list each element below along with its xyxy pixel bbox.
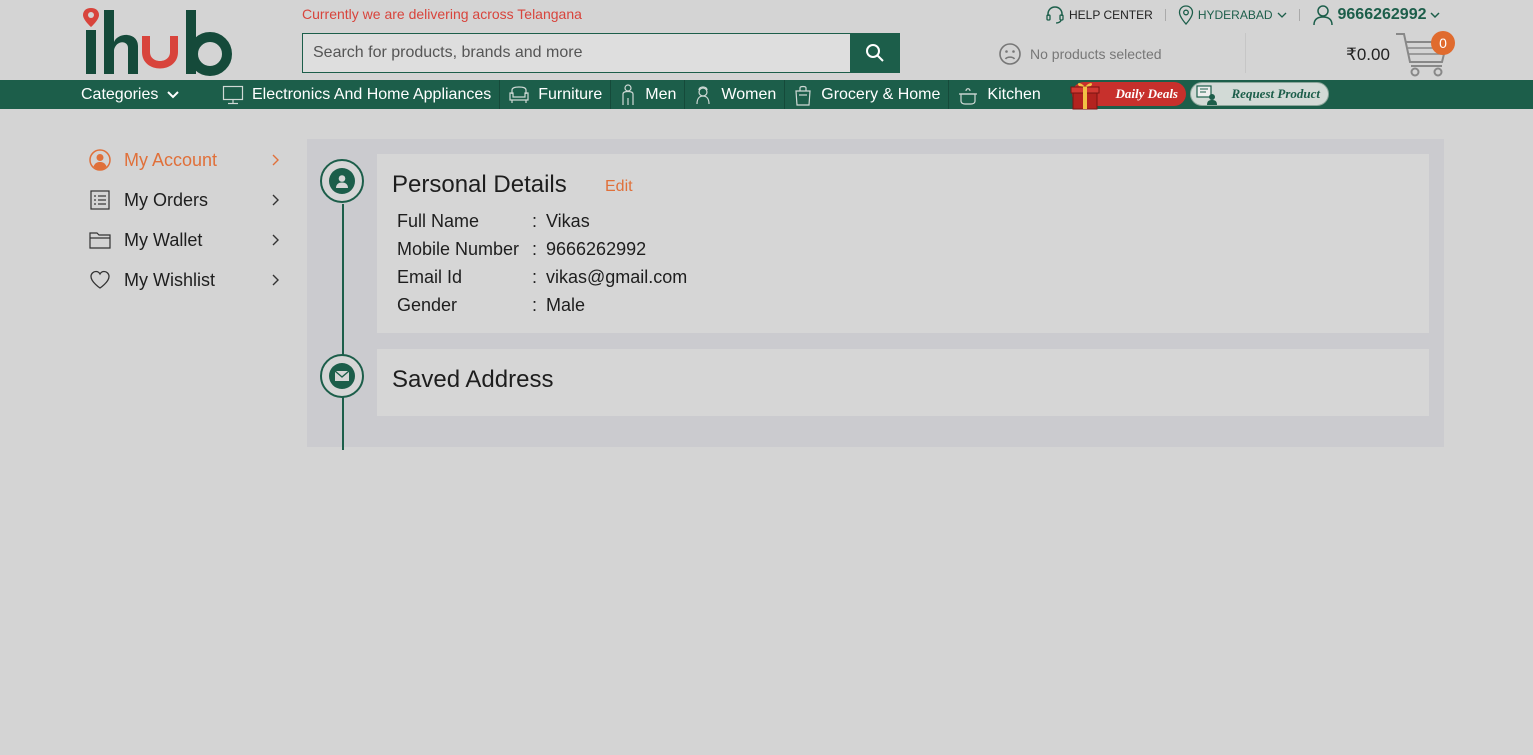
detail-colon: : bbox=[532, 238, 538, 259]
saved-address-card: Saved Address bbox=[377, 349, 1429, 416]
nav-item-label: Kitchen bbox=[987, 85, 1041, 103]
account-sidebar: My Account My Orders My Wallet My Wishli… bbox=[88, 140, 282, 300]
nav-item-label: Women bbox=[721, 85, 777, 103]
sidebar-item-label: My Wallet bbox=[124, 229, 203, 250]
timeline-step-address bbox=[320, 354, 364, 398]
timeline-line bbox=[342, 204, 344, 450]
nav-item-electronics[interactable]: Electronics And Home Appliances bbox=[214, 80, 501, 109]
detail-colon: : bbox=[532, 294, 538, 315]
headset-icon bbox=[1046, 6, 1064, 24]
timeline-step-personal bbox=[320, 159, 364, 203]
site-header: Currently we are delivering across Telan… bbox=[0, 0, 1533, 80]
nav-item-grocery[interactable]: Grocery & Home bbox=[785, 80, 950, 109]
detail-value: 9666262992 bbox=[546, 238, 647, 259]
daily-deals-label: Daily Deals bbox=[1115, 86, 1178, 101]
detail-row-mobile-number: Mobile Number : 9666262992 bbox=[397, 235, 646, 263]
detail-row-email: Email Id : vikas@gmail.com bbox=[397, 263, 687, 291]
chevron-down-icon bbox=[1277, 12, 1286, 18]
divider bbox=[1245, 33, 1246, 73]
city-label: HYDERABAD bbox=[1197, 8, 1273, 22]
categories-dropdown[interactable]: Categories bbox=[81, 80, 180, 109]
detail-row-full-name: Full Name : Vikas bbox=[397, 207, 590, 235]
cooking-pot-icon bbox=[959, 87, 978, 105]
person-icon bbox=[329, 168, 355, 194]
saved-address-title: Saved Address bbox=[392, 366, 554, 393]
sad-face-icon bbox=[999, 43, 1021, 65]
separator bbox=[1298, 9, 1300, 21]
list-icon bbox=[88, 188, 112, 212]
search-bar bbox=[302, 33, 900, 73]
grocery-bag-icon bbox=[795, 85, 811, 106]
location-pin-icon bbox=[1178, 5, 1193, 25]
sidebar-item-my-account[interactable]: My Account bbox=[88, 140, 282, 180]
compare-status[interactable]: No products selected bbox=[998, 42, 1162, 66]
nav-item-label: Men bbox=[645, 85, 677, 103]
detail-value: vikas@gmail.com bbox=[546, 266, 688, 287]
cart-amount: ₹0.00 bbox=[1346, 45, 1390, 64]
top-links: HELP CENTER HYDERABAD 9666262992 bbox=[1045, 4, 1441, 26]
separator bbox=[1164, 9, 1166, 21]
nav-item-label: Furniture bbox=[538, 85, 603, 103]
sofa-icon bbox=[509, 85, 529, 103]
search-button[interactable] bbox=[850, 34, 899, 72]
detail-row-gender: Gender : Male bbox=[397, 291, 585, 319]
sidebar-item-my-wallet[interactable]: My Wallet bbox=[88, 220, 282, 260]
sidebar-item-label: My Orders bbox=[124, 189, 209, 210]
detail-colon: : bbox=[532, 210, 538, 231]
cart-count-badge: 0 bbox=[1431, 31, 1455, 55]
nav-item-furniture[interactable]: Furniture bbox=[500, 80, 612, 109]
detail-label: Email Id bbox=[397, 266, 463, 287]
nav-item-women[interactable]: Women bbox=[685, 80, 786, 109]
sidebar-item-label: My Account bbox=[124, 149, 218, 170]
personal-details-title: Personal Details bbox=[392, 171, 567, 198]
sidebar-item-my-orders[interactable]: My Orders bbox=[88, 180, 282, 220]
delivery-notice: Currently we are delivering across Telan… bbox=[302, 6, 582, 22]
categories-label: Categories bbox=[81, 85, 159, 103]
gift-box-icon bbox=[1070, 83, 1100, 110]
search-icon bbox=[865, 44, 884, 62]
detail-label: Gender bbox=[397, 294, 458, 315]
request-product-label: Request Product bbox=[1231, 86, 1320, 101]
request-product-icon bbox=[1196, 85, 1217, 105]
chevron-right-icon bbox=[270, 234, 282, 246]
chevron-right-icon bbox=[270, 194, 282, 206]
nav-item-men[interactable]: Men bbox=[611, 80, 686, 109]
ihub-logo[interactable] bbox=[82, 6, 234, 76]
chevron-right-icon bbox=[270, 274, 282, 286]
category-links: Electronics And Home Appliances Furnitur… bbox=[214, 80, 1049, 109]
detail-label: Full Name bbox=[397, 210, 480, 231]
man-icon bbox=[622, 83, 634, 105]
user-circle-icon bbox=[88, 148, 112, 172]
detail-label: Mobile Number bbox=[397, 238, 520, 259]
search-input[interactable] bbox=[303, 34, 850, 72]
monitor-icon bbox=[222, 85, 244, 104]
nav-item-label: Grocery & Home bbox=[821, 85, 941, 103]
user-icon bbox=[1312, 5, 1333, 26]
user-phone: 9666262992 bbox=[1337, 6, 1427, 23]
chevron-down-icon bbox=[167, 90, 180, 98]
help-center-link[interactable]: HELP CENTER bbox=[1045, 5, 1153, 25]
user-account-menu[interactable]: 9666262992 bbox=[1312, 4, 1441, 26]
woman-icon bbox=[696, 85, 711, 104]
city-selector[interactable]: HYDERABAD bbox=[1178, 5, 1287, 25]
detail-value: Vikas bbox=[546, 210, 590, 231]
edit-details-link[interactable]: Edit bbox=[605, 178, 633, 196]
compare-status-label: No products selected bbox=[1030, 46, 1162, 62]
detail-colon: : bbox=[532, 266, 538, 287]
personal-details-card: Personal Details Edit Full Name : Vikas … bbox=[377, 154, 1429, 333]
heart-icon bbox=[88, 268, 112, 292]
nav-item-kitchen[interactable]: Kitchen bbox=[949, 80, 1048, 109]
sidebar-item-label: My Wishlist bbox=[124, 269, 215, 290]
folder-icon bbox=[88, 228, 112, 252]
nav-item-label: Electronics And Home Appliances bbox=[252, 85, 492, 103]
envelope-icon bbox=[329, 363, 355, 389]
chevron-right-icon bbox=[270, 154, 282, 166]
chevron-down-icon bbox=[1430, 12, 1441, 19]
help-center-label: HELP CENTER bbox=[1069, 8, 1153, 22]
sidebar-item-my-wishlist[interactable]: My Wishlist bbox=[88, 260, 282, 300]
detail-value: Male bbox=[546, 294, 586, 315]
